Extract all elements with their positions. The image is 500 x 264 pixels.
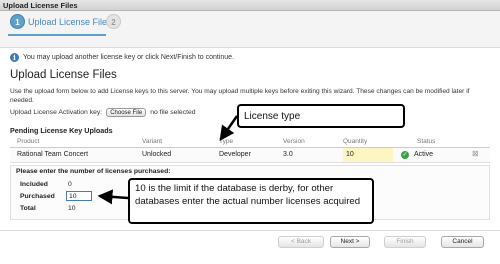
annotation-arrows xyxy=(97,115,239,205)
limit-note-arrow xyxy=(97,189,129,205)
license-type-arrow xyxy=(219,115,239,142)
